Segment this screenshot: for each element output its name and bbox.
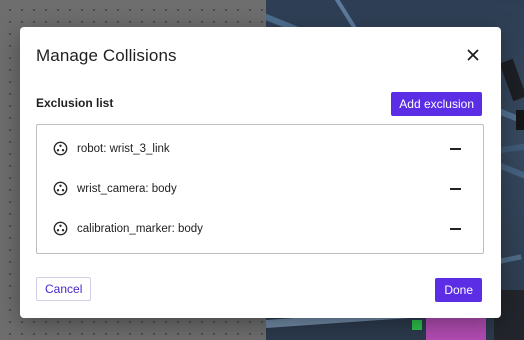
scene-object	[412, 320, 422, 330]
remove-exclusion-button[interactable]	[450, 148, 461, 150]
link-node-icon	[53, 221, 68, 236]
list-item-label: wrist_camera: body	[77, 183, 177, 195]
link-node-icon	[53, 141, 68, 156]
link-node-icon	[53, 181, 68, 196]
exclusion-list: robot: wrist_3_link wrist_camera: body c…	[36, 124, 484, 254]
list-item: robot: wrist_3_link	[37, 129, 483, 169]
manage-collisions-dialog: Manage Collisions Exclusion list Add exc…	[20, 27, 501, 318]
remove-exclusion-button[interactable]	[450, 188, 461, 190]
add-exclusion-button[interactable]: Add exclusion	[391, 92, 482, 116]
exclusion-list-label: Exclusion list	[36, 96, 114, 110]
dialog-title: Manage Collisions	[36, 46, 177, 65]
done-button[interactable]: Done	[435, 278, 482, 302]
list-item-label: calibration_marker: body	[77, 223, 203, 235]
close-icon	[467, 49, 479, 61]
list-item: calibration_marker: body	[37, 209, 483, 249]
scene-object	[426, 318, 486, 340]
scene-object	[516, 110, 524, 130]
list-item-label: robot: wrist_3_link	[77, 143, 170, 155]
scene-object	[499, 58, 524, 102]
remove-exclusion-button[interactable]	[450, 228, 461, 230]
close-button[interactable]	[465, 47, 481, 63]
list-item: wrist_camera: body	[37, 169, 483, 209]
cancel-button[interactable]: Cancel	[36, 277, 92, 301]
